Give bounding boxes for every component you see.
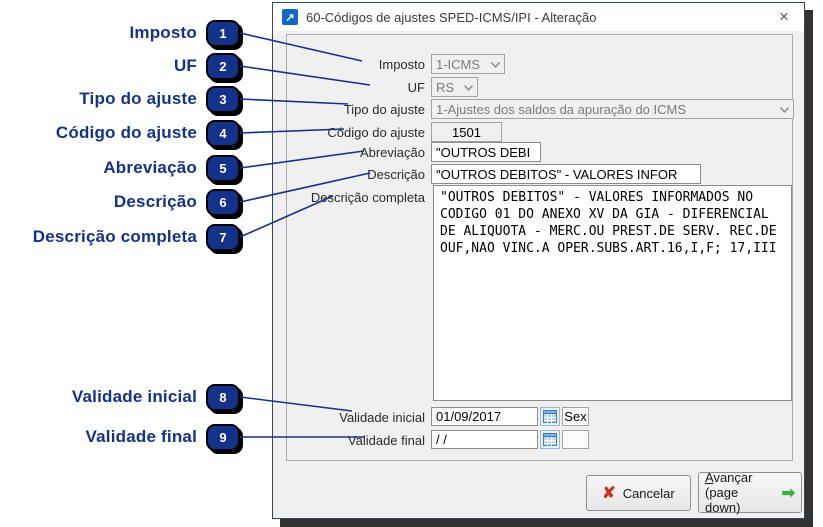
annotation-label: Descrição: [114, 192, 197, 212]
imposto-value: 1-ICMS: [436, 57, 480, 72]
imposto-select[interactable]: 1-ICMS: [431, 54, 505, 74]
annotation-row: Código do ajuste 4: [0, 118, 240, 148]
annotation-row: Descrição completa 7: [0, 222, 240, 252]
app-icon: ↗: [282, 9, 298, 25]
dialog-titlebar: ↗ 60-Códigos de ajustes SPED-ICMS/IPI - …: [273, 3, 804, 31]
validade-final-calendar-button[interactable]: [540, 430, 560, 449]
uf-select[interactable]: RS: [431, 77, 478, 97]
imposto-label: Imposto: [273, 55, 425, 74]
annotation-badge: 2: [206, 53, 240, 80]
forward-arrow-icon: ➡: [782, 483, 795, 503]
annotation-row: Validade final 9: [0, 422, 240, 452]
cancel-button[interactable]: ✘ Cancelar: [586, 475, 691, 511]
validade-inicial-input[interactable]: [431, 407, 538, 426]
annotation-badge: 9: [206, 424, 240, 451]
annotation-badge: 5: [206, 155, 240, 182]
descricao-completa-label: Descrição completa: [273, 188, 425, 207]
tipo-ajuste-value: 1-Ajustes dos saldos da apuração do ICMS: [436, 102, 686, 117]
annotation-badge: 6: [206, 189, 240, 216]
annotation-row: Imposto 1: [0, 18, 240, 48]
validade-final-label: Validade final: [273, 431, 425, 450]
close-icon[interactable]: ×: [773, 6, 795, 28]
cancel-button-label: Cancelar: [623, 486, 675, 501]
dialog-title: 60-Códigos de ajustes SPED-ICMS/IPI - Al…: [306, 10, 596, 25]
annotation-row: Descrição 6: [0, 187, 240, 217]
forward-button[interactable]: Avançar(page down) ➡: [698, 472, 802, 513]
page: Imposto 1 UF 2 Tipo do ajuste 3 Código d…: [0, 0, 823, 527]
tipo-ajuste-label: Tipo do ajuste: [273, 100, 425, 119]
calendar-icon: [543, 410, 557, 423]
annotation-row: Abreviação 5: [0, 153, 240, 183]
forward-button-label: Avançar(page down): [705, 470, 775, 515]
descricao-label: Descrição: [273, 165, 425, 184]
annotation-badge: 3: [206, 86, 240, 113]
validade-inicial-label: Validade inicial: [273, 408, 425, 427]
uf-label: UF: [273, 78, 425, 97]
descricao-completa-textarea[interactable]: "OUTROS DEBITOS" - VALORES INFORMADOS NO…: [433, 185, 792, 401]
chevron-down-icon: [464, 85, 473, 91]
annotation-label: Validade final: [86, 427, 197, 447]
annotation-badge: 4: [206, 120, 240, 147]
annotation-label: Código do ajuste: [56, 123, 197, 143]
uf-value: RS: [436, 80, 454, 95]
abreviacao-input[interactable]: [431, 142, 541, 162]
dialog-window: ↗ 60-Códigos de ajustes SPED-ICMS/IPI - …: [272, 2, 805, 519]
codigo-ajuste-label: Código do ajuste: [273, 123, 425, 142]
annotation-label: Descrição completa: [33, 227, 197, 247]
annotation-badge: 1: [206, 20, 240, 47]
validade-inicial-weekday-box: Sex: [562, 407, 589, 426]
calendar-icon: [543, 433, 557, 446]
chevron-down-icon: [491, 62, 500, 68]
validade-final-input[interactable]: [431, 430, 538, 449]
validade-inicial-calendar-button[interactable]: [540, 407, 560, 426]
annotation-label: Validade inicial: [72, 387, 197, 407]
annotation-label: Imposto: [129, 23, 197, 43]
annotation-row: Validade inicial 8: [0, 382, 240, 412]
tipo-ajuste-select[interactable]: 1-Ajustes dos saldos da apuração do ICMS: [431, 99, 794, 119]
annotation-label: Abreviação: [103, 158, 197, 178]
abreviacao-label: Abreviação: [273, 143, 425, 162]
annotation-label: Tipo do ajuste: [79, 89, 197, 109]
annotation-row: Tipo do ajuste 3: [0, 84, 240, 114]
annotation-badge: 7: [206, 224, 240, 251]
cancel-x-icon: ✘: [602, 483, 615, 503]
codigo-ajuste-input[interactable]: [431, 122, 502, 142]
annotation-badge: 8: [206, 384, 240, 411]
annotation-row: UF 2: [0, 51, 240, 81]
chevron-down-icon: [780, 107, 789, 113]
validade-final-weekday-box: [562, 430, 589, 449]
descricao-input[interactable]: [431, 164, 701, 184]
annotation-label: UF: [174, 56, 197, 76]
